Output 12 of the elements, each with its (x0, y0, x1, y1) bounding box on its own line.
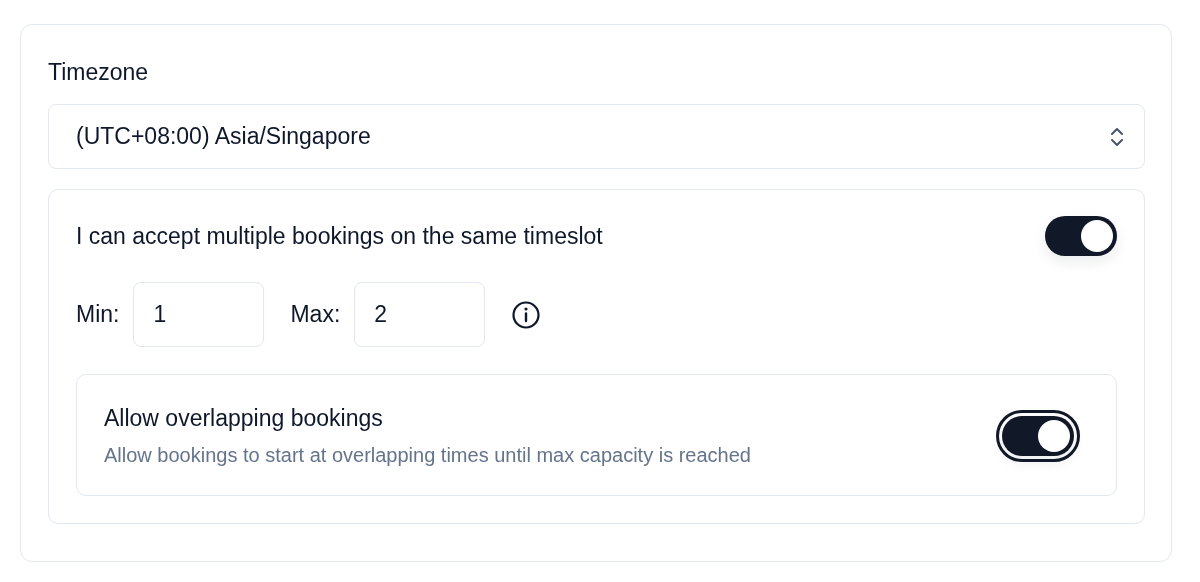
field-label: Timezone (48, 59, 149, 86)
field-label: Min: (76, 301, 120, 328)
timezone-select[interactable]: (UTC+08:00) Asia/Singapore (48, 104, 1145, 169)
chevron-updown-icon (1110, 126, 1124, 147)
info-icon[interactable] (511, 299, 542, 330)
setting-title: I can accept multiple bookings on the same timeslot (76, 222, 603, 250)
setting-title: Allow overlapping bookings (104, 405, 384, 432)
min-input[interactable]: 1 (133, 282, 265, 347)
toggle-switch[interactable] (1045, 216, 1117, 256)
setting-description: Allow bookings to start at overlapping times until max capacity is reached (104, 444, 751, 467)
field-label: Max: (290, 301, 341, 328)
max-input[interactable]: 2 (354, 282, 486, 347)
